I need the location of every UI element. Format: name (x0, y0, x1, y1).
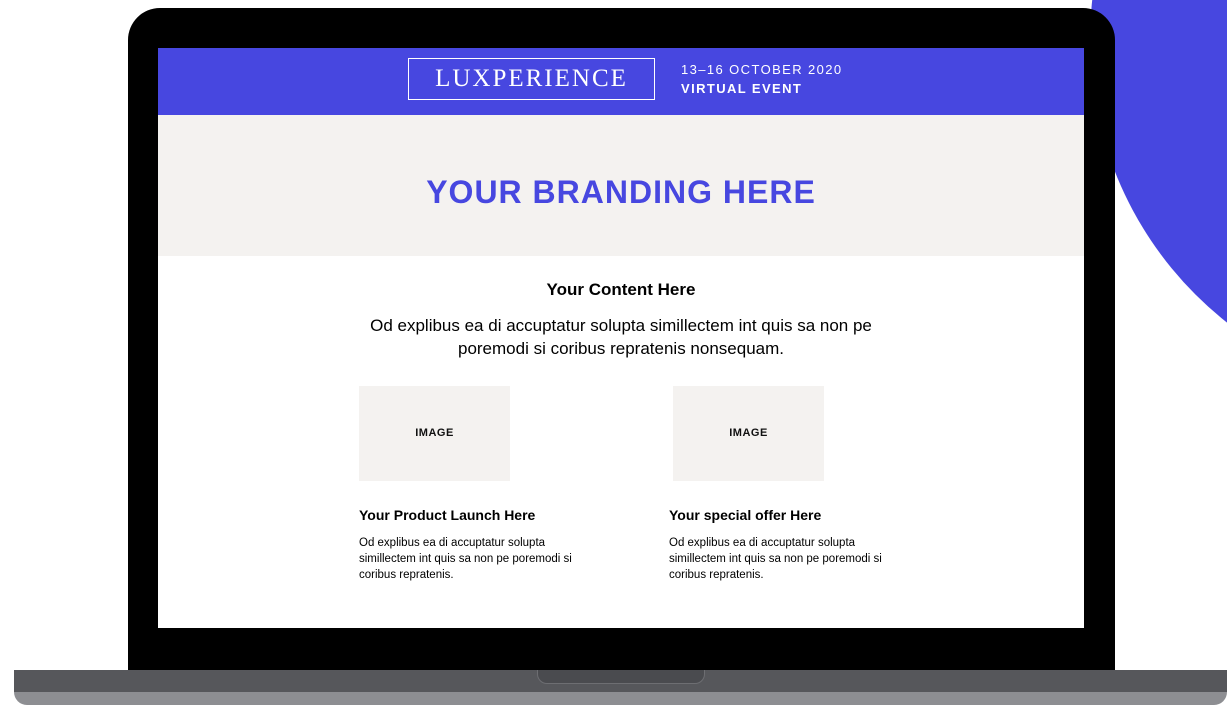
event-date: 13–16 OCTOBER 2020 (681, 62, 843, 77)
stage: LUXPERIENCE 13–16 OCTOBER 2020 VIRTUAL E… (0, 0, 1227, 705)
image-label: IMAGE (415, 427, 454, 439)
product-launch-title[interactable]: Your Product Launch Here (359, 506, 535, 524)
content-body: Od explibus ea di accuptatur solupta sim… (370, 316, 872, 358)
branding-banner: YOUR BRANDING HERE (158, 115, 1084, 256)
laptop-notch (537, 670, 705, 684)
email-header: LUXPERIENCE 13–16 OCTOBER 2020 VIRTUAL E… (158, 48, 1084, 115)
content-title: Your Content Here (546, 280, 696, 299)
image-label: IMAGE (729, 427, 768, 439)
event-type: VIRTUAL EVENT (681, 81, 803, 96)
product-image-placeholder: IMAGE (359, 386, 510, 481)
special-offer-body: Od explibus ea di accuptatur solupta sim… (669, 537, 882, 581)
special-offer-title[interactable]: Your special offer Here (669, 506, 821, 524)
laptop-screen: LUXPERIENCE 13–16 OCTOBER 2020 VIRTUAL E… (158, 48, 1084, 628)
branding-text: YOUR BRANDING HERE (426, 174, 816, 210)
laptop-base-lip (14, 692, 1227, 705)
luxperience-logo[interactable]: LUXPERIENCE (408, 58, 655, 100)
product-launch-body: Od explibus ea di accuptatur solupta sim… (359, 537, 572, 581)
offer-image-placeholder: IMAGE (673, 386, 824, 481)
